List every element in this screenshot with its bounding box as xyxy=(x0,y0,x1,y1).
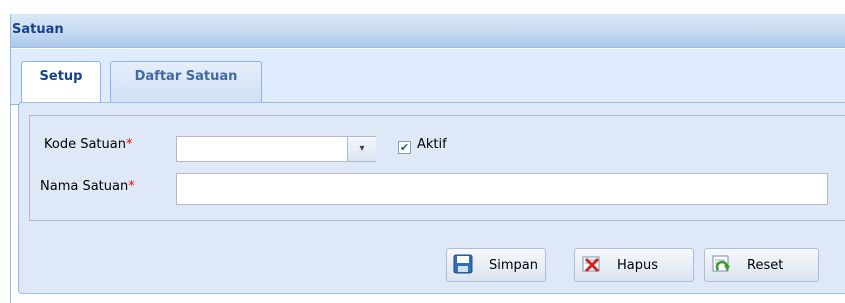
required-marker: * xyxy=(128,179,135,194)
nama-satuan-input[interactable] xyxy=(176,173,828,205)
reset-label: Reset xyxy=(747,258,784,273)
tab-daftar-satuan-label: Daftar Satuan xyxy=(134,69,238,84)
refresh-icon xyxy=(712,255,730,272)
simpan-button[interactable]: Simpan xyxy=(446,248,546,282)
tab-strip: Setup Daftar Satuan xyxy=(11,49,845,107)
chevron-down-icon[interactable]: ▾ xyxy=(347,137,376,161)
form-fieldset: Kode Satuan* ▾ ✔ Aktif Nama Satuan* xyxy=(29,115,845,221)
tab-daftar-satuan[interactable]: Daftar Satuan xyxy=(110,61,262,106)
required-marker: * xyxy=(125,137,133,152)
panel-title: Satuan xyxy=(12,22,64,37)
aktif-checkbox[interactable]: ✔ xyxy=(398,141,411,154)
kode-satuan-label: Kode Satuan* xyxy=(44,137,132,152)
aktif-label: Aktif xyxy=(417,137,447,152)
kode-satuan-label-text: Kode Satuan xyxy=(44,137,126,152)
save-icon xyxy=(453,254,473,274)
panel-header: Satuan xyxy=(11,14,845,48)
kode-satuan-combo[interactable]: ▾ xyxy=(176,136,376,162)
tab-setup-label: Setup xyxy=(39,69,83,84)
nama-satuan-label: Nama Satuan* xyxy=(40,179,135,194)
hapus-button[interactable]: Hapus xyxy=(574,248,694,282)
kode-satuan-input[interactable] xyxy=(177,137,347,161)
form-body: Kode Satuan* ▾ ✔ Aktif Nama Satuan* Simp… xyxy=(18,102,845,294)
simpan-label: Simpan xyxy=(489,258,538,273)
nama-satuan-label-text: Nama Satuan xyxy=(40,179,129,194)
delete-icon xyxy=(582,256,600,273)
reset-button[interactable]: Reset xyxy=(704,248,819,282)
dropdown-glyph: ▾ xyxy=(359,143,365,154)
checkmark-icon: ✔ xyxy=(399,141,410,154)
tab-setup[interactable]: Setup xyxy=(21,61,101,107)
hapus-label: Hapus xyxy=(617,258,659,273)
